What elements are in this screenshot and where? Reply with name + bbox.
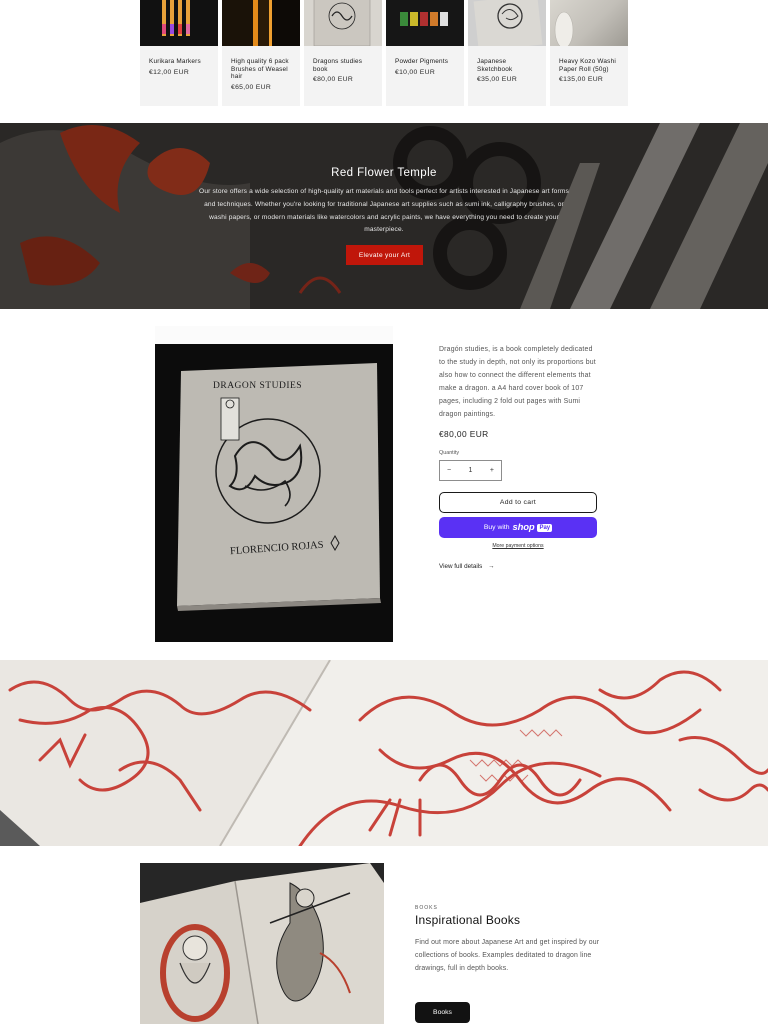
- product-card[interactable]: High quality 6 pack Brushes of Weasel ha…: [222, 0, 300, 106]
- product-title[interactable]: Kurikara Markers: [149, 58, 210, 66]
- product-image[interactable]: [140, 0, 218, 46]
- more-payment-options-link[interactable]: More payment options: [439, 543, 597, 549]
- dragon-spread-image: [0, 660, 768, 846]
- banner-title: Red Flower Temple: [331, 167, 437, 179]
- quantity-decrease-button[interactable]: −: [447, 467, 451, 474]
- quantity-stepper: − 1 +: [439, 460, 502, 482]
- quantity-label: Quantity: [439, 450, 460, 457]
- product-price: €80,00 EUR: [313, 76, 354, 84]
- product-title[interactable]: Heavy Kozo Washi Paper Roll (50g): [559, 58, 620, 73]
- product-price: €80,00 EUR: [439, 429, 489, 440]
- product-title[interactable]: High quality 6 pack Brushes of Weasel ha…: [231, 58, 292, 81]
- banner-text: Our store offers a wide selection of hig…: [199, 188, 569, 234]
- product-image[interactable]: [386, 0, 464, 46]
- product-info: Dragón studies, is a book completely ded…: [439, 344, 599, 570]
- product-image[interactable]: [550, 0, 628, 46]
- product-price: €135,00 EUR: [559, 76, 604, 84]
- product-title[interactable]: Japanese Sketchbook: [477, 58, 538, 73]
- product-price: €35,00 EUR: [477, 76, 518, 84]
- product-price: €10,00 EUR: [395, 68, 436, 76]
- view-full-details-link[interactable]: View full details →: [439, 563, 599, 570]
- books-eyebrow: BOOKS: [415, 905, 438, 911]
- books-button[interactable]: Books: [415, 1001, 470, 1023]
- inspirational-books-image: [140, 863, 384, 1024]
- product-image[interactable]: [468, 0, 546, 46]
- quantity-input[interactable]: 1: [469, 467, 473, 474]
- product-card[interactable]: Japanese Sketchbook €35,00 EUR: [468, 0, 546, 106]
- product-image[interactable]: [222, 0, 300, 46]
- pay-badge: Pay: [537, 523, 553, 532]
- elevate-art-button[interactable]: Elevate your Art: [346, 245, 423, 265]
- product-price: €12,00 EUR: [149, 68, 190, 76]
- quantity-increase-button[interactable]: +: [490, 467, 494, 474]
- product-grid: Kurikara Markers €12,00 EUR High quality…: [140, 0, 628, 106]
- featured-product-image[interactable]: DRAGON STUDIES FLORENCIO ROJAS: [155, 326, 393, 642]
- add-to-cart-button[interactable]: Add to cart: [439, 492, 597, 514]
- product-card[interactable]: Heavy Kozo Washi Paper Roll (50g) €135,0…: [550, 0, 628, 106]
- hero-banner: Red Flower Temple Our store offers a wid…: [0, 123, 768, 309]
- view-details-label: View full details: [439, 563, 483, 571]
- books-description: Find out more about Japanese Art and get…: [415, 939, 600, 972]
- product-card[interactable]: Dragons studies book €80,00 EUR: [304, 0, 382, 106]
- book-cover-title: DRAGON STUDIES: [213, 381, 303, 391]
- shop-logo: shop: [512, 522, 535, 534]
- product-description: Dragón studies, is a book completely ded…: [439, 346, 596, 418]
- product-card[interactable]: Kurikara Markers €12,00 EUR: [140, 0, 218, 106]
- books-title: Inspirational Books: [415, 913, 521, 927]
- books-info: BOOKS Inspirational Books Find out more …: [415, 905, 600, 1023]
- product-price: €65,00 EUR: [231, 83, 272, 91]
- product-card[interactable]: Powder Pigments €10,00 EUR: [386, 0, 464, 106]
- buy-with-label: Buy with: [483, 524, 510, 532]
- arrow-right-icon: →: [488, 563, 495, 571]
- product-title[interactable]: Powder Pigments: [395, 58, 456, 66]
- buy-with-shop-pay-button[interactable]: Buy with shop Pay: [439, 517, 597, 539]
- product-title[interactable]: Dragons studies book: [313, 58, 374, 73]
- product-image[interactable]: [304, 0, 382, 46]
